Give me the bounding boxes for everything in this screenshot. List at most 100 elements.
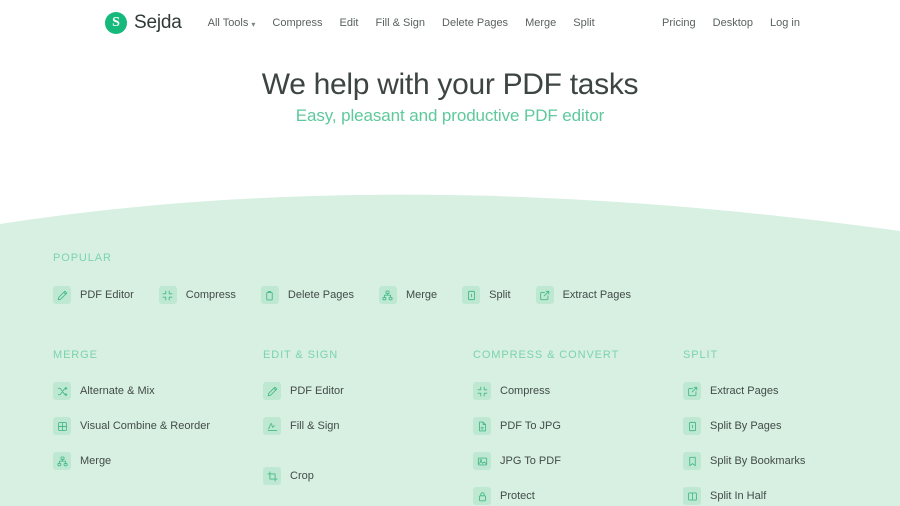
signature-icon xyxy=(263,417,281,435)
hero-section: We help with your PDF tasks Easy, pleasa… xyxy=(0,68,900,126)
crop-icon xyxy=(263,467,281,485)
nav-item-fill-and-sign[interactable]: Fill & Sign xyxy=(375,17,425,29)
tool-split-in-half[interactable]: Split In Half xyxy=(683,487,893,505)
split-page-icon xyxy=(462,286,481,304)
nav-item-label: Delete Pages xyxy=(442,17,509,29)
tool-category-columns: MERGE Alternate & Mix Visual Combine & R… xyxy=(53,349,900,506)
compress-arrows-icon xyxy=(473,382,491,400)
nav-item-split[interactable]: Split xyxy=(573,17,594,29)
tool-label: Split In Half xyxy=(710,490,767,502)
image-icon xyxy=(473,452,491,470)
tool-pdf-editor[interactable]: PDF Editor xyxy=(53,286,134,304)
tool-split-by-pages[interactable]: Split By Pages xyxy=(683,417,893,435)
tool-compress[interactable]: Compress xyxy=(158,286,236,304)
grid-reorder-icon xyxy=(53,417,71,435)
page-title: We help with your PDF tasks xyxy=(261,68,639,101)
tool-label: Alternate & Mix xyxy=(80,385,155,397)
tool-merge[interactable]: Merge xyxy=(53,452,263,470)
tool-extract-pages[interactable]: Extract Pages xyxy=(535,286,632,304)
popular-section-title: POPULAR xyxy=(53,252,112,264)
tool-label: Extract Pages xyxy=(710,385,779,397)
compress-arrows-icon xyxy=(158,286,177,304)
tool-label: Split By Bookmarks xyxy=(710,455,806,467)
nav-item-edit[interactable]: Edit xyxy=(340,17,359,29)
nav-item-label: Log in xyxy=(770,17,800,29)
secondary-nav-links: Pricing Desktop Log in xyxy=(662,17,800,29)
pdf-file-icon xyxy=(473,417,491,435)
column-title: EDIT & SIGN xyxy=(263,349,339,361)
tool-pdf-editor[interactable]: PDF Editor xyxy=(263,382,473,400)
chevron-down-icon: ▾ xyxy=(251,19,256,29)
split-half-icon xyxy=(683,487,701,505)
tool-visual-combine-and-reorder[interactable]: Visual Combine & Reorder xyxy=(53,417,263,435)
nav-item-label: Desktop xyxy=(712,17,754,29)
bookmark-icon xyxy=(683,452,701,470)
column-title: SPLIT xyxy=(683,349,719,361)
nav-item-label: Pricing xyxy=(662,17,696,29)
brand-name: Sejda xyxy=(134,12,182,33)
shuffle-icon xyxy=(53,382,71,400)
nav-item-all-tools[interactable]: All Tools ▾ xyxy=(208,17,256,29)
tool-label: Visual Combine & Reorder xyxy=(80,420,211,432)
tool-alternate-and-mix[interactable]: Alternate & Mix xyxy=(53,382,263,400)
nav-item-label: Fill & Sign xyxy=(375,17,426,29)
tool-label: PDF To JPG xyxy=(500,420,561,432)
nav-item-compress[interactable]: Compress xyxy=(272,17,322,29)
nav-item-label: All Tools xyxy=(207,17,249,29)
lock-icon xyxy=(473,487,491,505)
page-subtitle: Easy, pleasant and productive PDF editor xyxy=(295,105,605,125)
nav-item-merge[interactable]: Merge xyxy=(525,17,556,29)
tool-pdf-to-jpg[interactable]: PDF To JPG xyxy=(473,417,683,435)
column-title: MERGE xyxy=(53,349,98,361)
tool-label: Fill & Sign xyxy=(290,420,340,432)
nav-item-label: Edit xyxy=(339,17,359,29)
sejda-logo-icon: S xyxy=(105,12,127,34)
brand-logo[interactable]: S Sejda xyxy=(105,12,182,34)
tool-split[interactable]: Split xyxy=(462,286,511,304)
nav-item-delete-pages[interactable]: Delete Pages xyxy=(442,17,508,29)
tool-label: Merge xyxy=(405,289,438,301)
column-edit-and-sign: EDIT & SIGN PDF Editor Fill & Sign Crop xyxy=(263,349,473,506)
extract-arrow-icon xyxy=(535,286,554,304)
tool-crop[interactable]: Crop xyxy=(263,467,473,485)
tool-label: Crop xyxy=(290,470,314,482)
tool-label: Delete Pages xyxy=(287,289,354,301)
tool-delete-pages[interactable]: Delete Pages xyxy=(260,286,354,304)
tool-label: Merge xyxy=(80,455,112,467)
popular-tool-list: PDF Editor Compress Delete Pages Merge S… xyxy=(53,286,853,304)
tool-protect[interactable]: Protect xyxy=(473,487,683,505)
tool-label: Split By Pages xyxy=(710,420,782,432)
nav-item-desktop[interactable]: Desktop xyxy=(713,17,753,29)
trash-icon xyxy=(260,286,279,304)
pencil-icon xyxy=(263,382,281,400)
nav-item-label: Compress xyxy=(272,17,323,29)
tool-label: Compress xyxy=(500,385,551,397)
pencil-icon xyxy=(53,286,71,304)
tool-merge[interactable]: Merge xyxy=(378,286,438,304)
split-page-icon xyxy=(683,417,701,435)
column-merge: MERGE Alternate & Mix Visual Combine & R… xyxy=(53,349,263,506)
column-split: SPLIT Extract Pages Split By Pages Split… xyxy=(683,349,893,506)
nav-item-log-in[interactable]: Log in xyxy=(770,17,800,29)
tool-label: Extract Pages xyxy=(562,289,632,301)
tool-fill-and-sign[interactable]: Fill & Sign xyxy=(263,417,473,435)
main-nav-links: All Tools ▾ Compress Edit Fill & Sign De… xyxy=(208,17,595,29)
tool-label: Compress xyxy=(185,289,236,301)
popular-section: POPULAR PDF Editor Compress Delete Pages… xyxy=(53,252,853,304)
nav-item-label: Merge xyxy=(525,17,557,29)
tool-label: JPG To PDF xyxy=(500,455,561,467)
extract-arrow-icon xyxy=(683,382,701,400)
tool-jpg-to-pdf[interactable]: JPG To PDF xyxy=(473,452,683,470)
column-title: COMPRESS & CONVERT xyxy=(473,349,620,361)
merge-tree-icon xyxy=(378,286,397,304)
nav-item-pricing[interactable]: Pricing xyxy=(662,17,696,29)
tool-extract-pages[interactable]: Extract Pages xyxy=(683,382,893,400)
tool-compress[interactable]: Compress xyxy=(473,382,683,400)
top-navigation-bar: S Sejda All Tools ▾ Compress Edit Fill &… xyxy=(0,0,900,46)
column-compress-and-convert: COMPRESS & CONVERT Compress PDF To JPG J… xyxy=(473,349,683,506)
tool-label: Split xyxy=(489,289,511,301)
tool-label: PDF Editor xyxy=(80,289,134,301)
nav-item-label: Split xyxy=(573,17,595,29)
tool-split-by-bookmarks[interactable]: Split By Bookmarks xyxy=(683,452,893,470)
tool-label: Protect xyxy=(500,490,535,502)
